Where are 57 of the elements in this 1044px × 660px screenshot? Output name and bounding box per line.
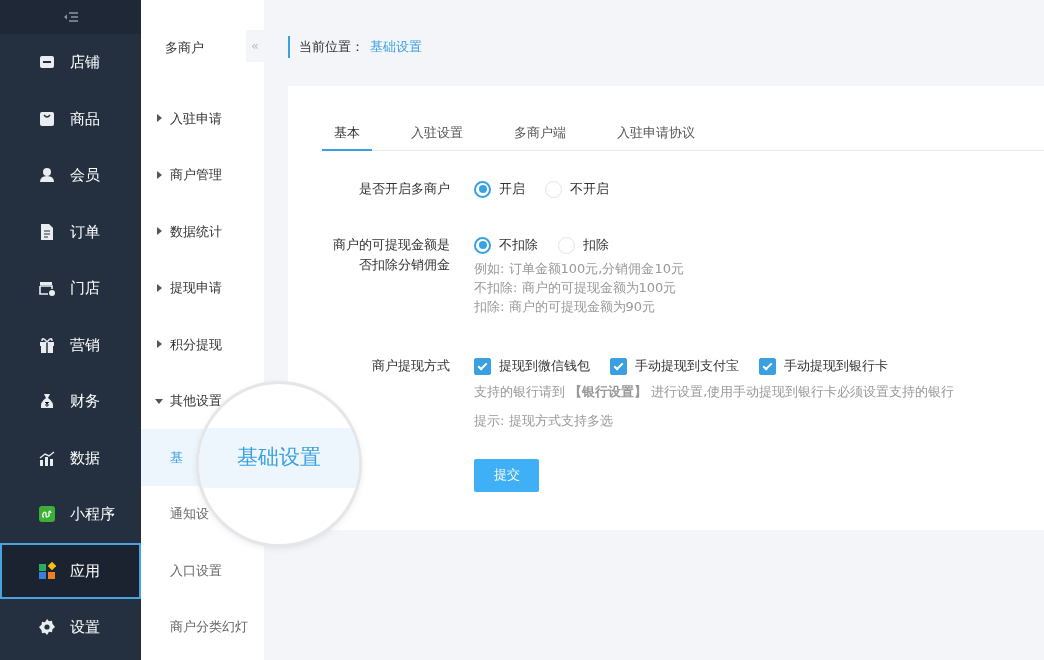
option-label: 不开启 — [570, 180, 609, 199]
radio-button[interactable] — [474, 180, 491, 198]
bag-icon — [38, 109, 56, 128]
menu-item[interactable]: 数据统计 — [170, 221, 222, 241]
option-label: 手动提现到支付宝 — [635, 357, 739, 376]
sidebar-item[interactable]: 门店 — [0, 260, 141, 317]
help-text: 扣除: 商户的可提现金额为90元 — [474, 298, 657, 316]
sidebar-item[interactable]: 数据 — [0, 429, 141, 486]
menu-item[interactable]: 入驻申请 — [170, 108, 222, 128]
sidebar-item[interactable]: 会员 — [0, 147, 141, 204]
menu-item[interactable]: 入口设置 — [170, 560, 222, 580]
apps-icon — [38, 561, 56, 580]
field-label: 商户提现方式 — [371, 357, 450, 375]
hint-text: 提示: 提现方式支持多选 — [474, 412, 614, 430]
menu-item[interactable]: 其他设置 — [170, 391, 222, 411]
gift-icon — [38, 335, 56, 354]
menu-item[interactable]: 通知设 — [170, 504, 209, 524]
option-label: 扣除 — [583, 236, 609, 255]
sidebar-item[interactable]: 财务 — [0, 373, 141, 430]
help-text: 支持的银行请到 【银行设置】 进行设置,使用手动提现到银行卡必须设置支持的银行 — [474, 383, 956, 401]
checkbox[interactable] — [759, 357, 776, 375]
breadcrumb-label: 当前位置： — [299, 38, 364, 57]
magnified-label: 基础设置 — [237, 444, 321, 472]
tab[interactable]: 多商户端 — [502, 116, 578, 151]
sidebar-item[interactable]: 订单 — [0, 203, 141, 260]
menu-item[interactable]: 积分提现 — [170, 334, 222, 354]
help-text: 例如: 订单金额100元,分销佣金10元 — [474, 260, 685, 278]
sidebar-item[interactable]: 店铺 — [0, 34, 141, 91]
menu-item[interactable]: 商户管理 — [170, 165, 222, 185]
tab[interactable]: 入驻申请协议 — [605, 116, 707, 151]
menu-title: 多商户 — [165, 40, 204, 55]
tab[interactable]: 入驻设置 — [399, 116, 475, 151]
mini-program-icon — [38, 505, 56, 524]
sidebar-item[interactable]: 小程序 — [0, 486, 141, 543]
settings-icon — [38, 618, 56, 637]
sidebar-item[interactable]: 应用 — [0, 542, 141, 599]
sidebar-item[interactable]: 商品 — [0, 90, 141, 147]
option-label: 提现到微信钱包 — [499, 357, 590, 376]
money-bag-icon — [38, 392, 56, 411]
checkbox[interactable] — [610, 357, 627, 375]
option-label: 开启 — [499, 180, 525, 199]
checkbox[interactable] — [474, 357, 491, 375]
document-icon — [38, 222, 56, 241]
field-label: 商户的可提现金额是否扣除分销佣金 — [332, 236, 450, 274]
option-label: 不扣除 — [499, 236, 538, 255]
field-label: 是否开启多商户 — [358, 180, 450, 198]
tab[interactable]: 基本 — [322, 116, 372, 151]
help-text: 不扣除: 商户的可提现金额为100元 — [474, 279, 678, 297]
menu-item[interactable]: 商户分类幻灯 — [170, 617, 248, 637]
sidebar-item[interactable]: 营销 — [0, 316, 141, 373]
option-label: 手动提现到银行卡 — [784, 357, 888, 376]
collapse-menu-icon[interactable] — [63, 12, 78, 22]
sidebar-item[interactable]: 设置 — [0, 599, 141, 656]
shop-icon — [38, 279, 56, 298]
radio-button[interactable] — [474, 236, 491, 254]
user-icon — [38, 166, 56, 185]
menu-item[interactable]: 提现申请 — [170, 278, 222, 298]
